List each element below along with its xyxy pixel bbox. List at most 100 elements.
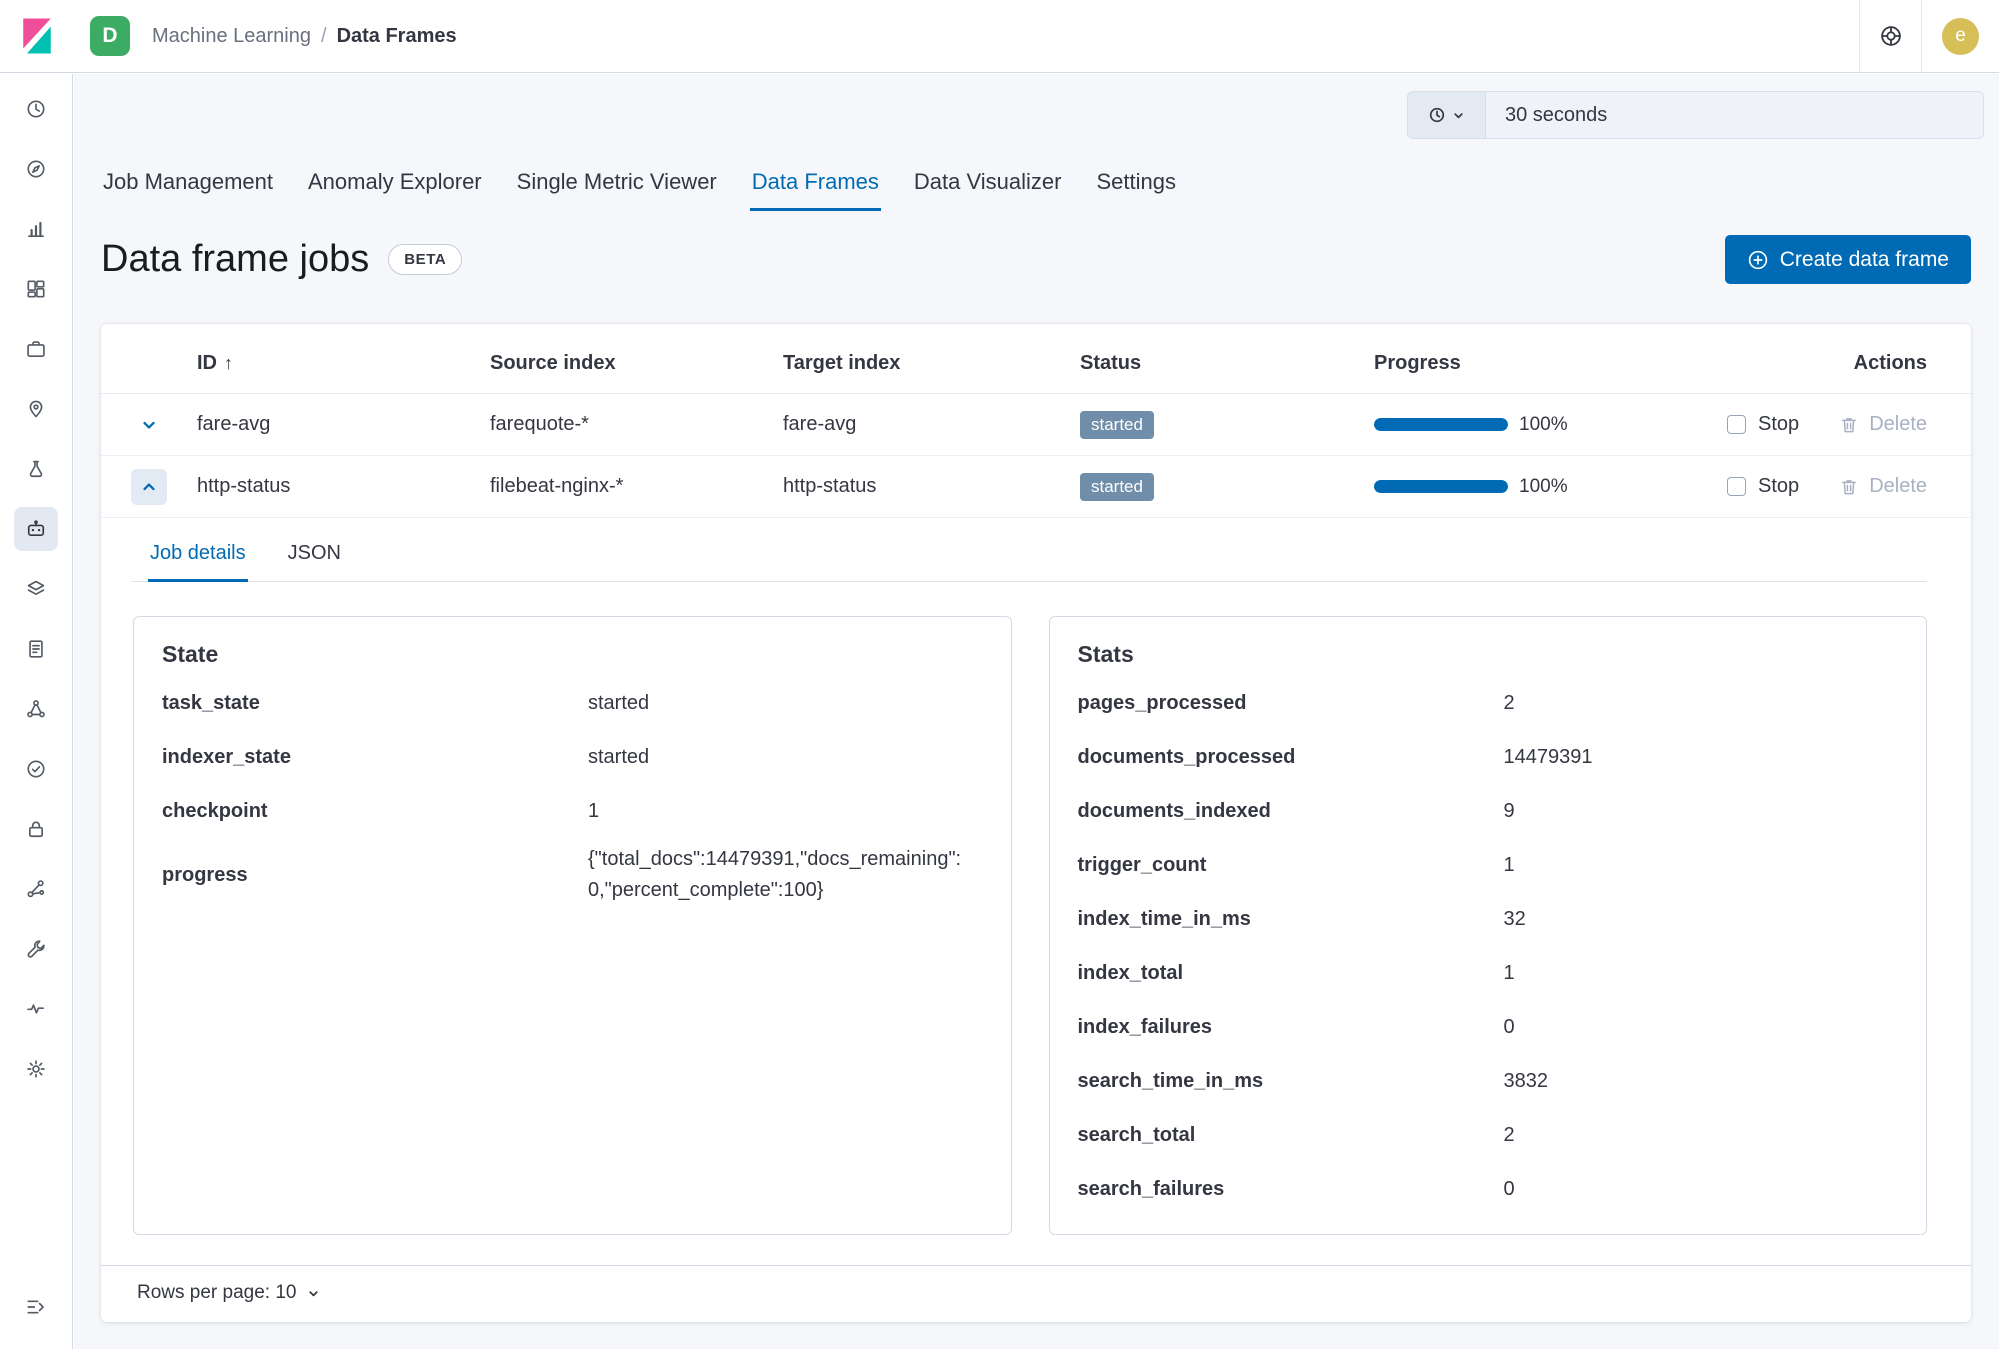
tab-anomaly-explorer[interactable]: Anomaly Explorer [306, 169, 484, 211]
column-header-status: Status [1080, 352, 1374, 375]
stat-value: 3832 [1504, 1060, 1899, 1103]
tab-data-frames[interactable]: Data Frames [750, 169, 881, 211]
delete-button[interactable]: Delete [1839, 475, 1927, 498]
breadcrumb-machine-learning[interactable]: Machine Learning [152, 25, 311, 48]
column-header-progress: Progress [1374, 352, 1674, 375]
stat-value: 14479391 [1504, 736, 1899, 779]
sidebar-item-monitoring[interactable] [0, 979, 72, 1039]
cell-source-index: farequote-* [490, 413, 783, 436]
stop-action: Stop [1727, 475, 1799, 498]
state-panel-title: State [162, 641, 983, 668]
tab-single-metric-viewer[interactable]: Single Metric Viewer [515, 169, 719, 211]
refresh-interval-display[interactable]: 30 seconds [1486, 92, 1983, 138]
ml-app-tabs: Job Management Anomaly Explorer Single M… [74, 139, 1999, 211]
sidebar-item-management[interactable] [0, 1039, 72, 1099]
help-button[interactable] [1859, 0, 1921, 72]
user-avatar: e [1942, 18, 1979, 55]
state-row: checkpoint 1 [162, 784, 983, 838]
sidebar-item-uptime[interactable] [0, 739, 72, 799]
stats-panel: Stats pages_processed 2 documents_proces… [1049, 616, 1928, 1235]
sidebar-item-apm[interactable] [0, 679, 72, 739]
tab-data-visualizer[interactable]: Data Visualizer [912, 169, 1064, 211]
stat-value: 0 [1504, 1006, 1899, 1049]
create-data-frame-button[interactable]: Create data frame [1725, 235, 1971, 284]
clock-icon [25, 98, 47, 120]
sidebar-collapse-button[interactable] [0, 1277, 72, 1337]
sidebar-item-recent[interactable] [0, 79, 72, 139]
quick-select-button[interactable] [1408, 92, 1486, 138]
delete-button[interactable]: Delete [1839, 413, 1927, 436]
stat-key: search_failures [1078, 1178, 1504, 1201]
table-footer: Rows per page: 10 [101, 1265, 1971, 1322]
sidebar-item-flask[interactable] [0, 439, 72, 499]
check-circle-icon [25, 758, 47, 780]
sidebar-item-graph[interactable] [0, 859, 72, 919]
stat-value: 2 [1504, 682, 1899, 725]
sidebar-item-dashboard[interactable] [0, 259, 72, 319]
user-menu[interactable]: e [1921, 0, 1999, 72]
sidebar-item-logs[interactable] [0, 619, 72, 679]
delete-button-label: Delete [1869, 475, 1927, 498]
kibana-logo-icon [17, 16, 57, 56]
sidebar-item-dev-tools[interactable] [0, 919, 72, 979]
chevron-down-icon [140, 416, 158, 434]
stop-checkbox[interactable] [1727, 477, 1746, 496]
stop-checkbox[interactable] [1727, 415, 1746, 434]
sidebar-item-maps[interactable] [0, 379, 72, 439]
rows-per-page-button[interactable]: Rows per page: 10 [137, 1282, 321, 1304]
stop-button[interactable]: Stop [1758, 413, 1799, 436]
state-row: progress {"total_docs":14479391,"docs_re… [162, 838, 983, 912]
stats-row: documents_processed 14479391 [1078, 730, 1899, 784]
sidebar-item-security[interactable] [0, 799, 72, 859]
cell-progress: 100% [1374, 476, 1674, 498]
stats-row: search_time_in_ms 3832 [1078, 1054, 1899, 1108]
sidebar-item-visualize[interactable] [0, 199, 72, 259]
super-date-picker: 30 seconds [1407, 91, 1984, 139]
tab-job-details[interactable]: Job details [148, 536, 248, 582]
state-value: {"total_docs":14479391,"docs_remaining":… [588, 838, 983, 912]
detail-panels: State task_state started indexer_state s… [133, 616, 1927, 1235]
stats-row: pages_processed 2 [1078, 676, 1899, 730]
state-value: started [588, 736, 983, 779]
breadcrumb: Machine Learning / Data Frames [152, 25, 457, 48]
space-badge[interactable]: D [90, 16, 130, 56]
progress-bar [1374, 480, 1508, 493]
briefcase-icon [25, 338, 47, 360]
stop-action: Stop [1727, 413, 1799, 436]
stat-value: 0 [1504, 1168, 1899, 1211]
state-panel: State task_state started indexer_state s… [133, 616, 1012, 1235]
column-header-actions: Actions [1674, 352, 1927, 375]
breadcrumb-separator-icon: / [321, 25, 327, 48]
sidebar-item-discover[interactable] [0, 139, 72, 199]
cell-target-index: http-status [783, 475, 1080, 498]
stat-key: documents_processed [1078, 746, 1504, 769]
stats-row: index_total 1 [1078, 946, 1899, 1000]
column-header-id[interactable]: ID↑ [197, 352, 490, 375]
sidebar-item-canvas[interactable] [0, 319, 72, 379]
kibana-logo[interactable] [0, 0, 73, 72]
tab-settings[interactable]: Settings [1094, 169, 1178, 211]
stat-key: index_time_in_ms [1078, 908, 1504, 931]
map-pin-icon [25, 398, 47, 420]
stat-value: 2 [1504, 1114, 1899, 1157]
gear-icon [25, 1058, 47, 1080]
clock-icon [1428, 106, 1446, 124]
tab-json[interactable]: JSON [286, 536, 343, 582]
node-tree-icon [25, 698, 47, 720]
dashboard-grid-icon [25, 278, 47, 300]
tab-job-management[interactable]: Job Management [101, 169, 275, 211]
expand-row-button[interactable] [131, 407, 167, 443]
id-header-label: ID [197, 352, 217, 374]
expanded-row-details: Job details JSON State task_state starte… [101, 518, 1971, 1265]
cell-id: fare-avg [197, 413, 490, 436]
stat-key: search_time_in_ms [1078, 1070, 1504, 1093]
document-lines-icon [25, 638, 47, 660]
sidebar-item-infrastructure[interactable] [0, 559, 72, 619]
stop-button[interactable]: Stop [1758, 475, 1799, 498]
header-actions: e [1859, 0, 1999, 72]
stats-row: documents_indexed 9 [1078, 784, 1899, 838]
collapse-row-button[interactable] [131, 469, 167, 505]
delete-button-label: Delete [1869, 413, 1927, 436]
sidebar-item-machine-learning[interactable] [0, 499, 72, 559]
column-header-source-index: Source index [490, 352, 783, 375]
